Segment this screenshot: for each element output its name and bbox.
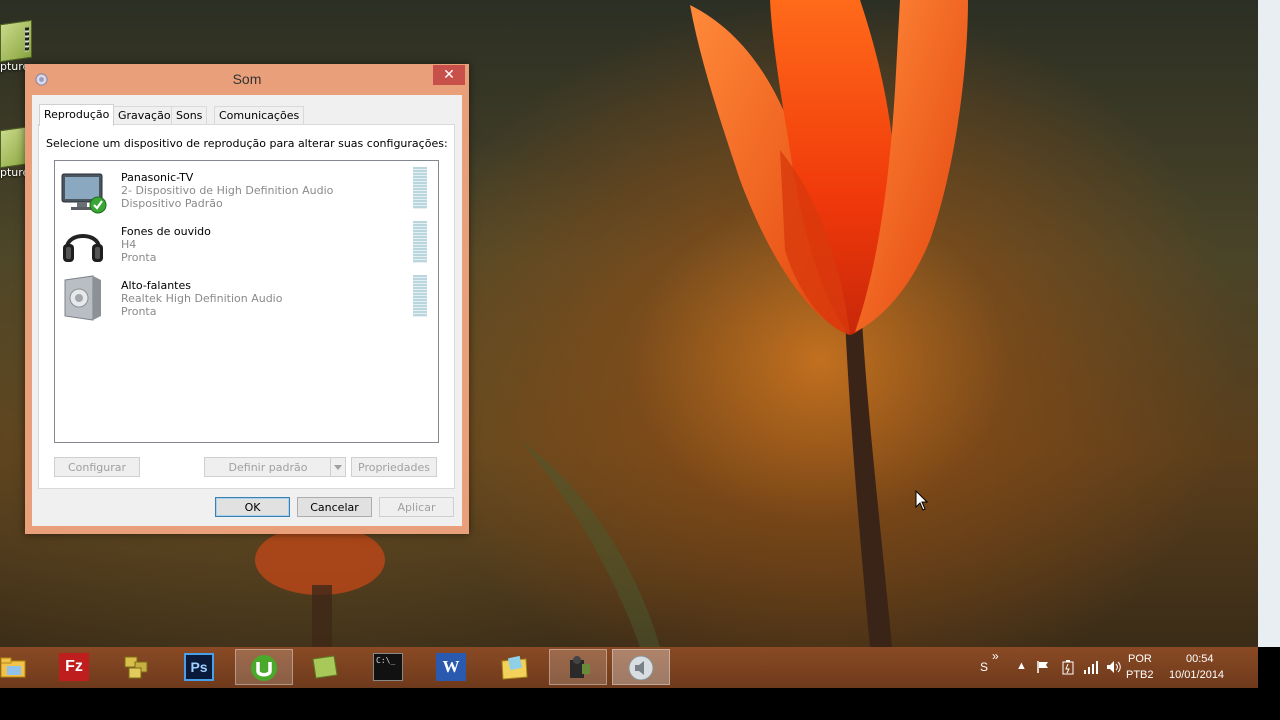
device-item[interactable]: Alto-falantes Realtek High Definition Au… (56, 270, 436, 324)
volume-icon[interactable] (1106, 659, 1122, 675)
screen-bottom-bar (0, 688, 1280, 720)
instruction-text: Selecione um dispositivo de reprodução p… (46, 137, 448, 150)
headphones-icon (63, 234, 103, 262)
device-description: H4 (121, 238, 137, 251)
filezilla-icon: Fz (59, 653, 89, 681)
device-list[interactable]: Panasonic-TV 2- Dispositivo de High Defi… (54, 160, 439, 443)
taskbar-item-stack[interactable] (108, 649, 166, 685)
volume-meter (413, 275, 427, 317)
configure-button[interactable]: Configurar (54, 457, 140, 477)
keyboard-layout-indicator[interactable]: PTB2 (1126, 669, 1154, 681)
taskbar-item-notes[interactable] (297, 649, 355, 685)
tab-recording[interactable]: Gravação (113, 106, 176, 125)
word-icon: W (436, 653, 466, 681)
device-status: Pronta (121, 305, 157, 318)
taskbar: Fz Ps C:\_ W S » ▲ POR PTB2 00:54 10/01/… (0, 647, 1258, 688)
device-description: 2- Dispositivo de High Definition Audio (121, 184, 334, 197)
playback-panel: Selecione um dispositivo de reprodução p… (38, 124, 455, 489)
properties-button[interactable]: Propriedades (351, 457, 437, 477)
show-hidden-icons-icon[interactable]: ▲ (1016, 660, 1027, 672)
tv-monitor-icon (61, 173, 107, 214)
dialog-titlebar[interactable]: Som ✕ (25, 64, 469, 94)
file-explorer-icon (0, 657, 26, 678)
action-center-flag-icon[interactable] (1036, 660, 1050, 674)
taskbar-item-camcorder[interactable] (549, 649, 607, 685)
clock-time[interactable]: 00:54 (1186, 653, 1214, 665)
apply-button[interactable]: Aplicar (379, 497, 454, 517)
clock-date[interactable]: 10/01/2014 (1169, 669, 1224, 681)
taskbar-item-utorrent[interactable] (235, 649, 293, 685)
sound-icon (628, 655, 654, 681)
network-signal-icon[interactable] (1083, 659, 1099, 675)
battery-power-icon[interactable] (1060, 659, 1076, 675)
taskbar-item-sound[interactable] (612, 649, 670, 685)
camcorder-icon (570, 656, 590, 678)
tab-sounds[interactable]: Sons (171, 106, 208, 125)
device-name: Alto-falantes (121, 279, 191, 292)
device-description: Realtek High Definition Audio (121, 292, 283, 305)
speaker-icon (64, 275, 101, 321)
set-default-dropdown-arrow[interactable] (330, 457, 346, 477)
volume-meter (413, 221, 427, 263)
notes-icon (312, 655, 338, 679)
app-stack-icon (124, 656, 148, 679)
taskbar-item-explorer[interactable] (0, 649, 42, 685)
set-default-button[interactable]: Definir padrão (204, 457, 332, 477)
command-prompt-icon: C:\_ (373, 653, 403, 681)
device-status: Pronta (121, 251, 157, 264)
desktop-shortcut[interactable]: pture (0, 19, 36, 73)
taskbar-item-folder[interactable] (486, 649, 544, 685)
taskbar-item-photoshop[interactable]: Ps (171, 649, 229, 685)
taskbar-item-word[interactable]: W (423, 649, 481, 685)
tab-communications[interactable]: Comunicações (214, 106, 305, 125)
device-status: Dispositivo Padrão (121, 197, 223, 210)
device-item[interactable]: Fones de ouvido H4 Pronta (56, 216, 436, 270)
device-item[interactable]: Panasonic-TV 2- Dispositivo de High Defi… (56, 162, 436, 216)
dialog-title: Som (232, 71, 262, 87)
mouse-cursor (915, 490, 929, 511)
photoshop-icon: Ps (184, 653, 214, 681)
utorrent-icon (251, 655, 277, 681)
language-indicator[interactable]: POR (1128, 653, 1152, 665)
folder-icon (501, 655, 528, 680)
sound-dialog: Som ✕ Reprodução Gravação Sons Comunicaç… (25, 64, 469, 534)
taskbar-item-cmd[interactable]: C:\_ (360, 649, 418, 685)
close-button[interactable]: ✕ (433, 65, 465, 85)
device-name: Panasonic-TV (121, 171, 194, 184)
cancel-button[interactable]: Cancelar (297, 497, 372, 517)
taskbar-item-filezilla[interactable]: Fz (46, 649, 104, 685)
device-name: Fones de ouvido (121, 225, 211, 238)
tab-playback[interactable]: Reprodução (39, 104, 115, 126)
ok-button[interactable]: OK (215, 497, 290, 517)
volume-meter (413, 167, 427, 209)
tray-s-label[interactable]: S (980, 660, 988, 674)
screen-edge-strip (1258, 0, 1280, 647)
system-tray: S » ▲ POR PTB2 00:54 10/01/2014 (968, 647, 1258, 688)
dialog-client-area: Reprodução Gravação Sons Comunicações Se… (32, 95, 462, 526)
video-file-icon (0, 19, 32, 63)
tray-overflow-icon[interactable]: » (992, 649, 999, 663)
